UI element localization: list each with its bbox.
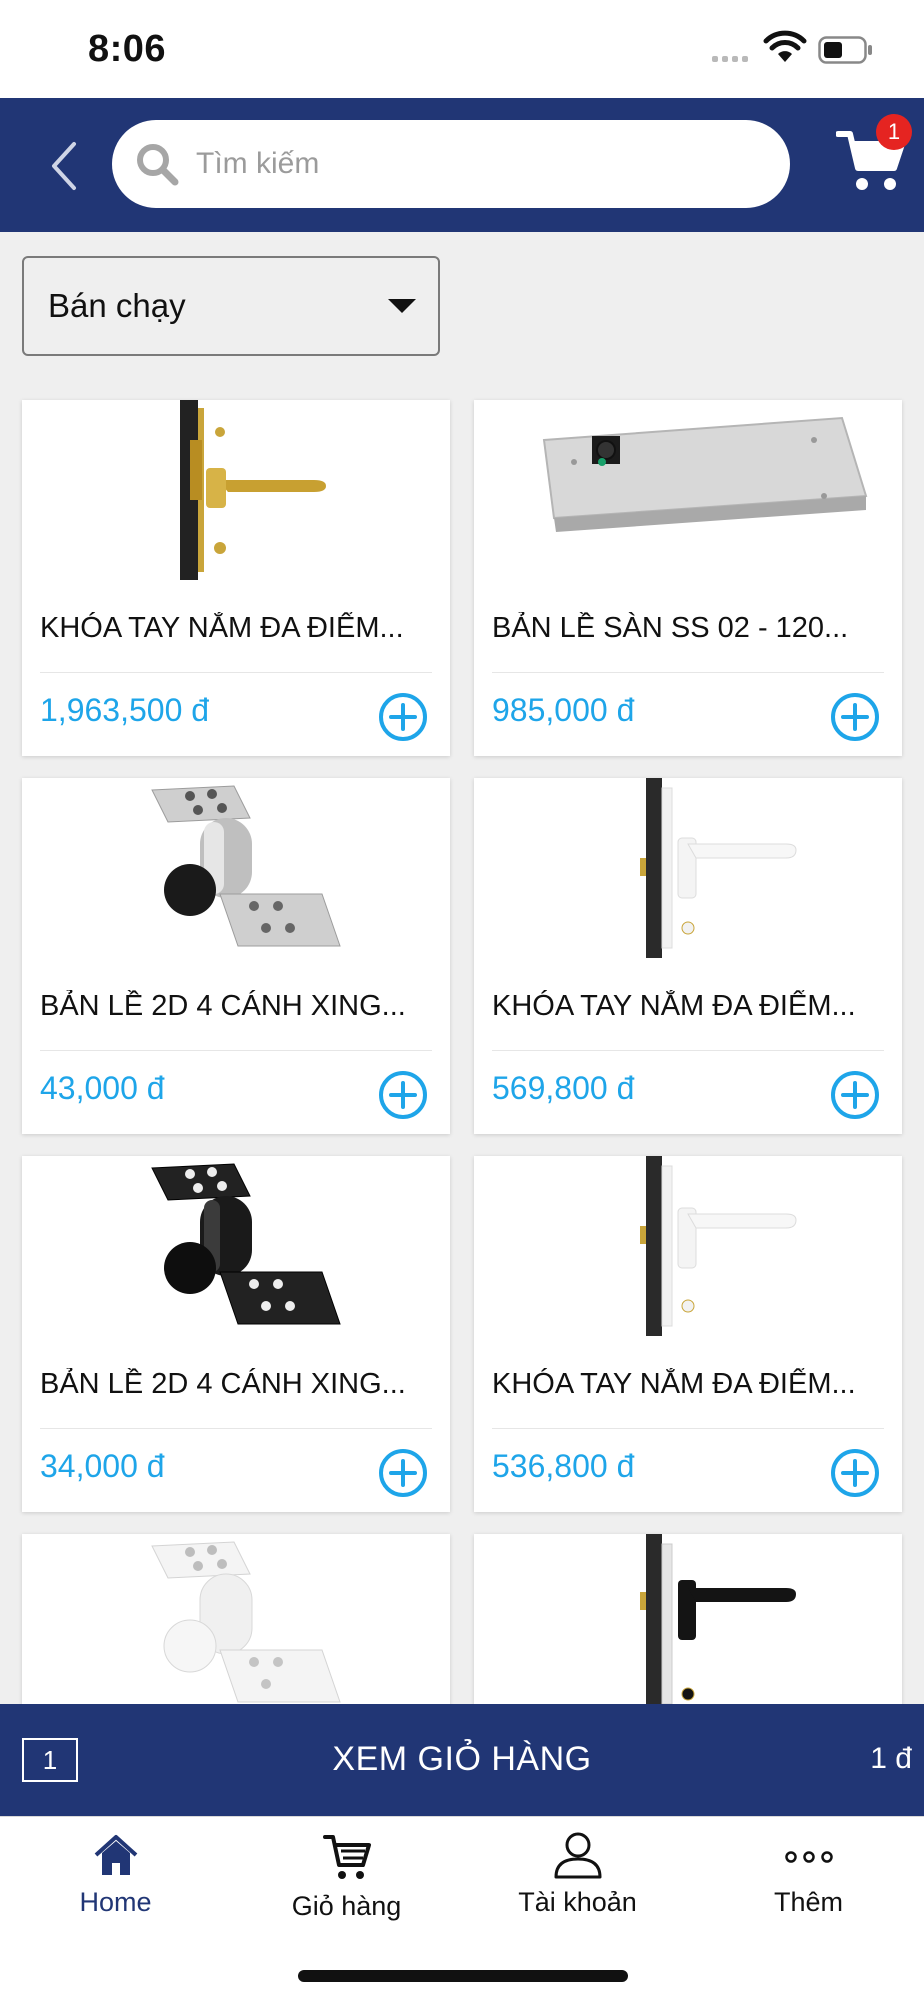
product-card[interactable]: BẢN LỀ 2D 4 CÁNH XING... 34,000 đ xyxy=(22,1156,450,1512)
signal-icon xyxy=(712,56,748,62)
status-time: 8:06 xyxy=(88,28,167,70)
add-to-cart-icon[interactable] xyxy=(830,1070,880,1120)
product-name: KHÓA TAY NẮM ĐA ĐIỂM... xyxy=(492,990,856,1022)
app-header: 1 xyxy=(0,98,924,232)
sort-dropdown[interactable]: Bán chạy xyxy=(22,256,440,356)
tab-account-label: Tài khoản xyxy=(518,1887,637,1917)
white-door-hinge-image xyxy=(151,1541,341,1703)
product-card[interactable]: BẢN LỀ SÀN SS 02 - 120... 985,000 đ xyxy=(474,400,902,756)
product-name: KHÓA TAY NẮM ĐA ĐIỂM... xyxy=(492,1368,856,1400)
product-name: BẢN LỀ 2D 4 CÁNH XING... xyxy=(40,990,406,1022)
cart-icon xyxy=(322,1835,371,1879)
sort-selected-label: Bán chạy xyxy=(48,287,186,324)
gold-lever-lock-image xyxy=(180,400,326,580)
product-price: 569,800 đ xyxy=(492,1070,635,1106)
user-icon xyxy=(554,1832,601,1879)
search-bar[interactable] xyxy=(112,120,790,208)
silver-door-hinge-image xyxy=(151,785,341,947)
divider xyxy=(492,1050,884,1051)
product-name: BẢN LỀ SÀN SS 02 - 120... xyxy=(492,612,849,644)
product-price: 1,963,500 đ xyxy=(40,692,210,728)
white-lever-lock-image xyxy=(640,778,797,958)
tab-home[interactable]: Home xyxy=(0,1831,231,1918)
caret-down-icon xyxy=(388,299,416,313)
add-to-cart-icon[interactable] xyxy=(378,1448,428,1498)
add-to-cart-icon[interactable] xyxy=(378,1070,428,1120)
white-lever-lock-image xyxy=(640,1156,797,1336)
view-cart-button[interactable]: XEM GIỎ HÀNG xyxy=(0,1740,924,1779)
product-price: 43,000 đ xyxy=(40,1070,165,1106)
add-to-cart-icon[interactable] xyxy=(830,1448,880,1498)
tab-cart-label: Giỏ hàng xyxy=(291,1891,402,1921)
product-card[interactable]: KHÓA TAY NẮM ĐA ĐIỂM... 536,800 đ xyxy=(474,1156,902,1512)
battery-icon xyxy=(818,36,872,64)
tab-home-label: Home xyxy=(79,1887,152,1917)
divider xyxy=(40,672,432,673)
status-bar: 8:06 xyxy=(0,0,924,98)
home-indicator xyxy=(298,1970,628,1982)
product-card[interactable]: KHÓA TAY NẮM ĐA ĐIỂM... 1,963,500 đ xyxy=(22,400,450,756)
tab-more-label: Thêm xyxy=(773,1887,844,1917)
home-icon xyxy=(94,1835,137,1875)
add-to-cart-icon[interactable] xyxy=(378,692,428,742)
black-lever-lock-image xyxy=(640,1534,796,1714)
wifi-icon xyxy=(763,30,807,62)
divider xyxy=(492,672,884,673)
tab-account[interactable]: Tài khoản xyxy=(462,1831,693,1918)
add-to-cart-icon[interactable] xyxy=(830,692,880,742)
product-card[interactable]: BẢN LỀ 2D 4 CÁNH XING... 43,000 đ xyxy=(22,778,450,1134)
product-name: BẢN LỀ 2D 4 CÁNH XING... xyxy=(40,1368,406,1400)
divider xyxy=(492,1428,884,1429)
floor-hinge-image xyxy=(542,416,868,532)
tab-cart[interactable]: Giỏ hàng xyxy=(231,1831,462,1922)
product-price: 536,800 đ xyxy=(492,1448,635,1484)
black-door-hinge-image xyxy=(151,1163,341,1325)
cart-total: 1 đ xyxy=(870,1742,912,1775)
search-icon xyxy=(137,144,179,186)
product-name: KHÓA TAY NẮM ĐA ĐIỂM... xyxy=(40,612,404,644)
divider xyxy=(40,1050,432,1051)
back-icon[interactable] xyxy=(46,138,80,194)
cart-badge: 1 xyxy=(876,114,912,150)
more-icon xyxy=(784,1851,833,1863)
view-cart-bar[interactable]: 1 XEM GIỎ HÀNG 1 đ xyxy=(0,1704,924,1816)
product-card[interactable]: KHÓA TAY NẮM ĐA ĐIỂM... 569,800 đ xyxy=(474,778,902,1134)
product-price: 985,000 đ xyxy=(492,692,635,728)
tab-more[interactable]: Thêm xyxy=(693,1831,924,1918)
search-input[interactable] xyxy=(196,147,756,181)
divider xyxy=(40,1428,432,1429)
product-price: 34,000 đ xyxy=(40,1448,165,1484)
